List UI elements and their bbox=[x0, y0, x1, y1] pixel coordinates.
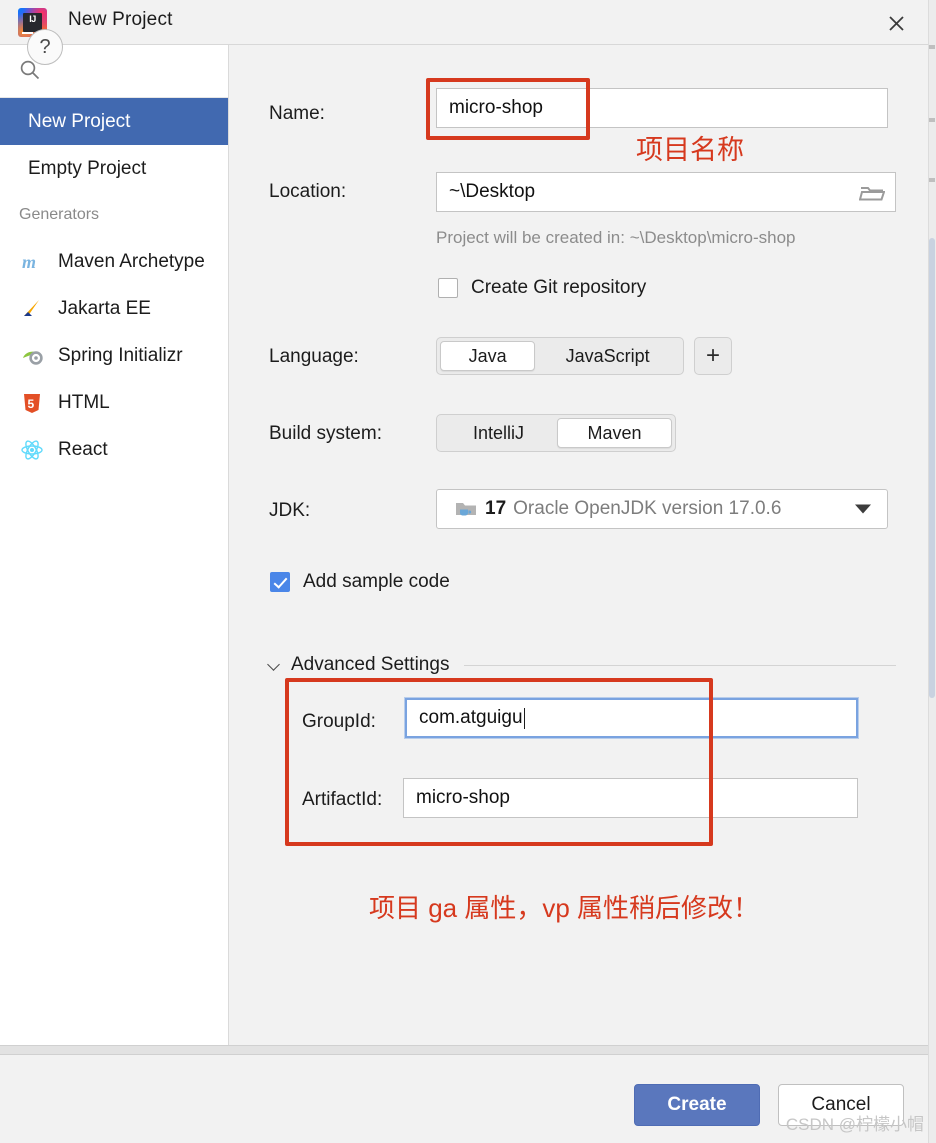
help-button[interactable]: ? bbox=[27, 29, 63, 65]
browse-folder-icon[interactable] bbox=[858, 181, 886, 205]
location-input-value: ~\Desktop bbox=[449, 181, 536, 202]
sidebar-item-new-project[interactable]: New Project bbox=[0, 98, 228, 145]
generators-header: Generators bbox=[19, 206, 100, 223]
build-system-toggle-group: IntelliJ Maven bbox=[436, 414, 676, 452]
annotation-name-note: 项目名称 bbox=[636, 135, 744, 165]
search-input[interactable] bbox=[48, 58, 213, 82]
group-id-label: GroupId: bbox=[302, 711, 376, 732]
annotation-advanced-note: 项目 ga 属性，vp 属性稍后修改！ bbox=[369, 893, 760, 923]
sidebar-item-label: Maven Archetype bbox=[58, 250, 205, 272]
language-option-javascript[interactable]: JavaScript bbox=[535, 341, 680, 371]
location-label: Location: bbox=[269, 181, 347, 202]
scrollbar-mark bbox=[929, 45, 935, 49]
advanced-settings-title: Advanced Settings bbox=[291, 654, 450, 675]
sidebar-item-empty-project[interactable]: Empty Project bbox=[0, 145, 228, 192]
advanced-settings-toggle[interactable]: Advanced Settings bbox=[268, 654, 449, 676]
add-sample-code-checkbox[interactable]: Add sample code bbox=[270, 571, 450, 593]
sidebar-item-maven-archetype[interactable]: m Maven Archetype bbox=[0, 238, 228, 285]
name-label: Name: bbox=[269, 103, 325, 124]
sidebar-item-spring-initializr[interactable]: Spring Initializr bbox=[0, 332, 228, 379]
sidebar-item-jakarta-ee[interactable]: Jakarta EE bbox=[0, 285, 228, 332]
language-toggle-group: Java JavaScript bbox=[436, 337, 684, 375]
language-option-java[interactable]: Java bbox=[440, 341, 536, 371]
advanced-settings-divider bbox=[464, 665, 896, 666]
chevron-down-icon[interactable] bbox=[855, 504, 871, 514]
jdk-description: Oracle OpenJDK version 17.0.6 bbox=[513, 498, 782, 519]
scrollbar-thumb[interactable] bbox=[929, 238, 935, 698]
jdk-select[interactable]: 17 Oracle OpenJDK version 17.0.6 bbox=[436, 489, 888, 529]
jakarta-ee-icon bbox=[19, 296, 45, 322]
artifact-id-value: micro-shop bbox=[416, 787, 510, 808]
jdk-version: 17 bbox=[485, 498, 507, 519]
language-label: Language: bbox=[269, 346, 359, 367]
location-hint: Project will be created in: ~\Desktop\mi… bbox=[436, 228, 796, 247]
scrollbar-mark bbox=[929, 178, 935, 182]
html5-icon: 5 bbox=[19, 390, 45, 416]
svg-text:m: m bbox=[22, 252, 36, 272]
create-git-repository-checkbox[interactable]: Create Git repository bbox=[438, 277, 646, 299]
sidebar-item-label: Empty Project bbox=[28, 157, 147, 179]
window-scrollbar[interactable] bbox=[928, 0, 936, 1143]
sidebar-item-label: Spring Initializr bbox=[58, 344, 183, 366]
create-button[interactable]: Create bbox=[634, 1084, 760, 1126]
sidebar-item-label: New Project bbox=[28, 110, 131, 132]
watermark: CSDN @柠檬小帽 bbox=[785, 1115, 924, 1134]
add-sample-code-label: Add sample code bbox=[303, 571, 450, 592]
sidebar-item-html[interactable]: 5 HTML bbox=[0, 379, 228, 426]
spring-icon bbox=[19, 343, 45, 369]
jdk-folder-icon bbox=[455, 500, 477, 518]
build-option-intellij[interactable]: IntelliJ bbox=[440, 418, 557, 448]
add-language-button[interactable]: + bbox=[694, 337, 732, 375]
svg-text:5: 5 bbox=[28, 397, 35, 411]
maven-icon: m bbox=[19, 249, 45, 275]
artifact-id-label: ArtifactId: bbox=[302, 789, 383, 810]
location-input[interactable]: ~\Desktop bbox=[436, 172, 896, 212]
artifact-id-input[interactable]: micro-shop bbox=[403, 778, 858, 818]
sidebar: New Project Empty Project Generators m M… bbox=[0, 45, 229, 1045]
build-system-label: Build system: bbox=[269, 423, 382, 444]
sidebar-item-react[interactable]: React bbox=[0, 426, 228, 473]
name-input[interactable]: micro-shop bbox=[436, 88, 888, 128]
new-project-dialog: IJ New Project New Project Empty Project… bbox=[0, 0, 936, 1143]
dialog-title: New Project bbox=[68, 9, 173, 30]
close-icon[interactable] bbox=[880, 7, 912, 39]
react-icon bbox=[19, 437, 45, 463]
group-id-input[interactable]: com.atguigu bbox=[405, 698, 858, 738]
name-input-value: micro-shop bbox=[449, 97, 543, 118]
create-git-repository-label: Create Git repository bbox=[471, 277, 647, 298]
checkbox-box bbox=[438, 278, 458, 298]
sidebar-item-label: HTML bbox=[58, 391, 110, 413]
group-id-value: com.atguigu bbox=[419, 707, 523, 728]
chevron-down-icon bbox=[268, 658, 282, 672]
scrollbar-mark bbox=[929, 118, 935, 122]
sidebar-item-label: Jakarta EE bbox=[58, 297, 151, 319]
checkbox-box bbox=[270, 572, 290, 592]
sidebar-item-label: React bbox=[58, 438, 108, 460]
build-option-maven[interactable]: Maven bbox=[556, 418, 672, 448]
title-bar: IJ New Project bbox=[0, 0, 936, 45]
text-caret bbox=[523, 707, 525, 729]
main-form-panel: Name: micro-shop Location: ~\Desktop Pro… bbox=[230, 45, 936, 1045]
footer-separator bbox=[0, 1045, 936, 1055]
jdk-label: JDK: bbox=[269, 500, 311, 521]
